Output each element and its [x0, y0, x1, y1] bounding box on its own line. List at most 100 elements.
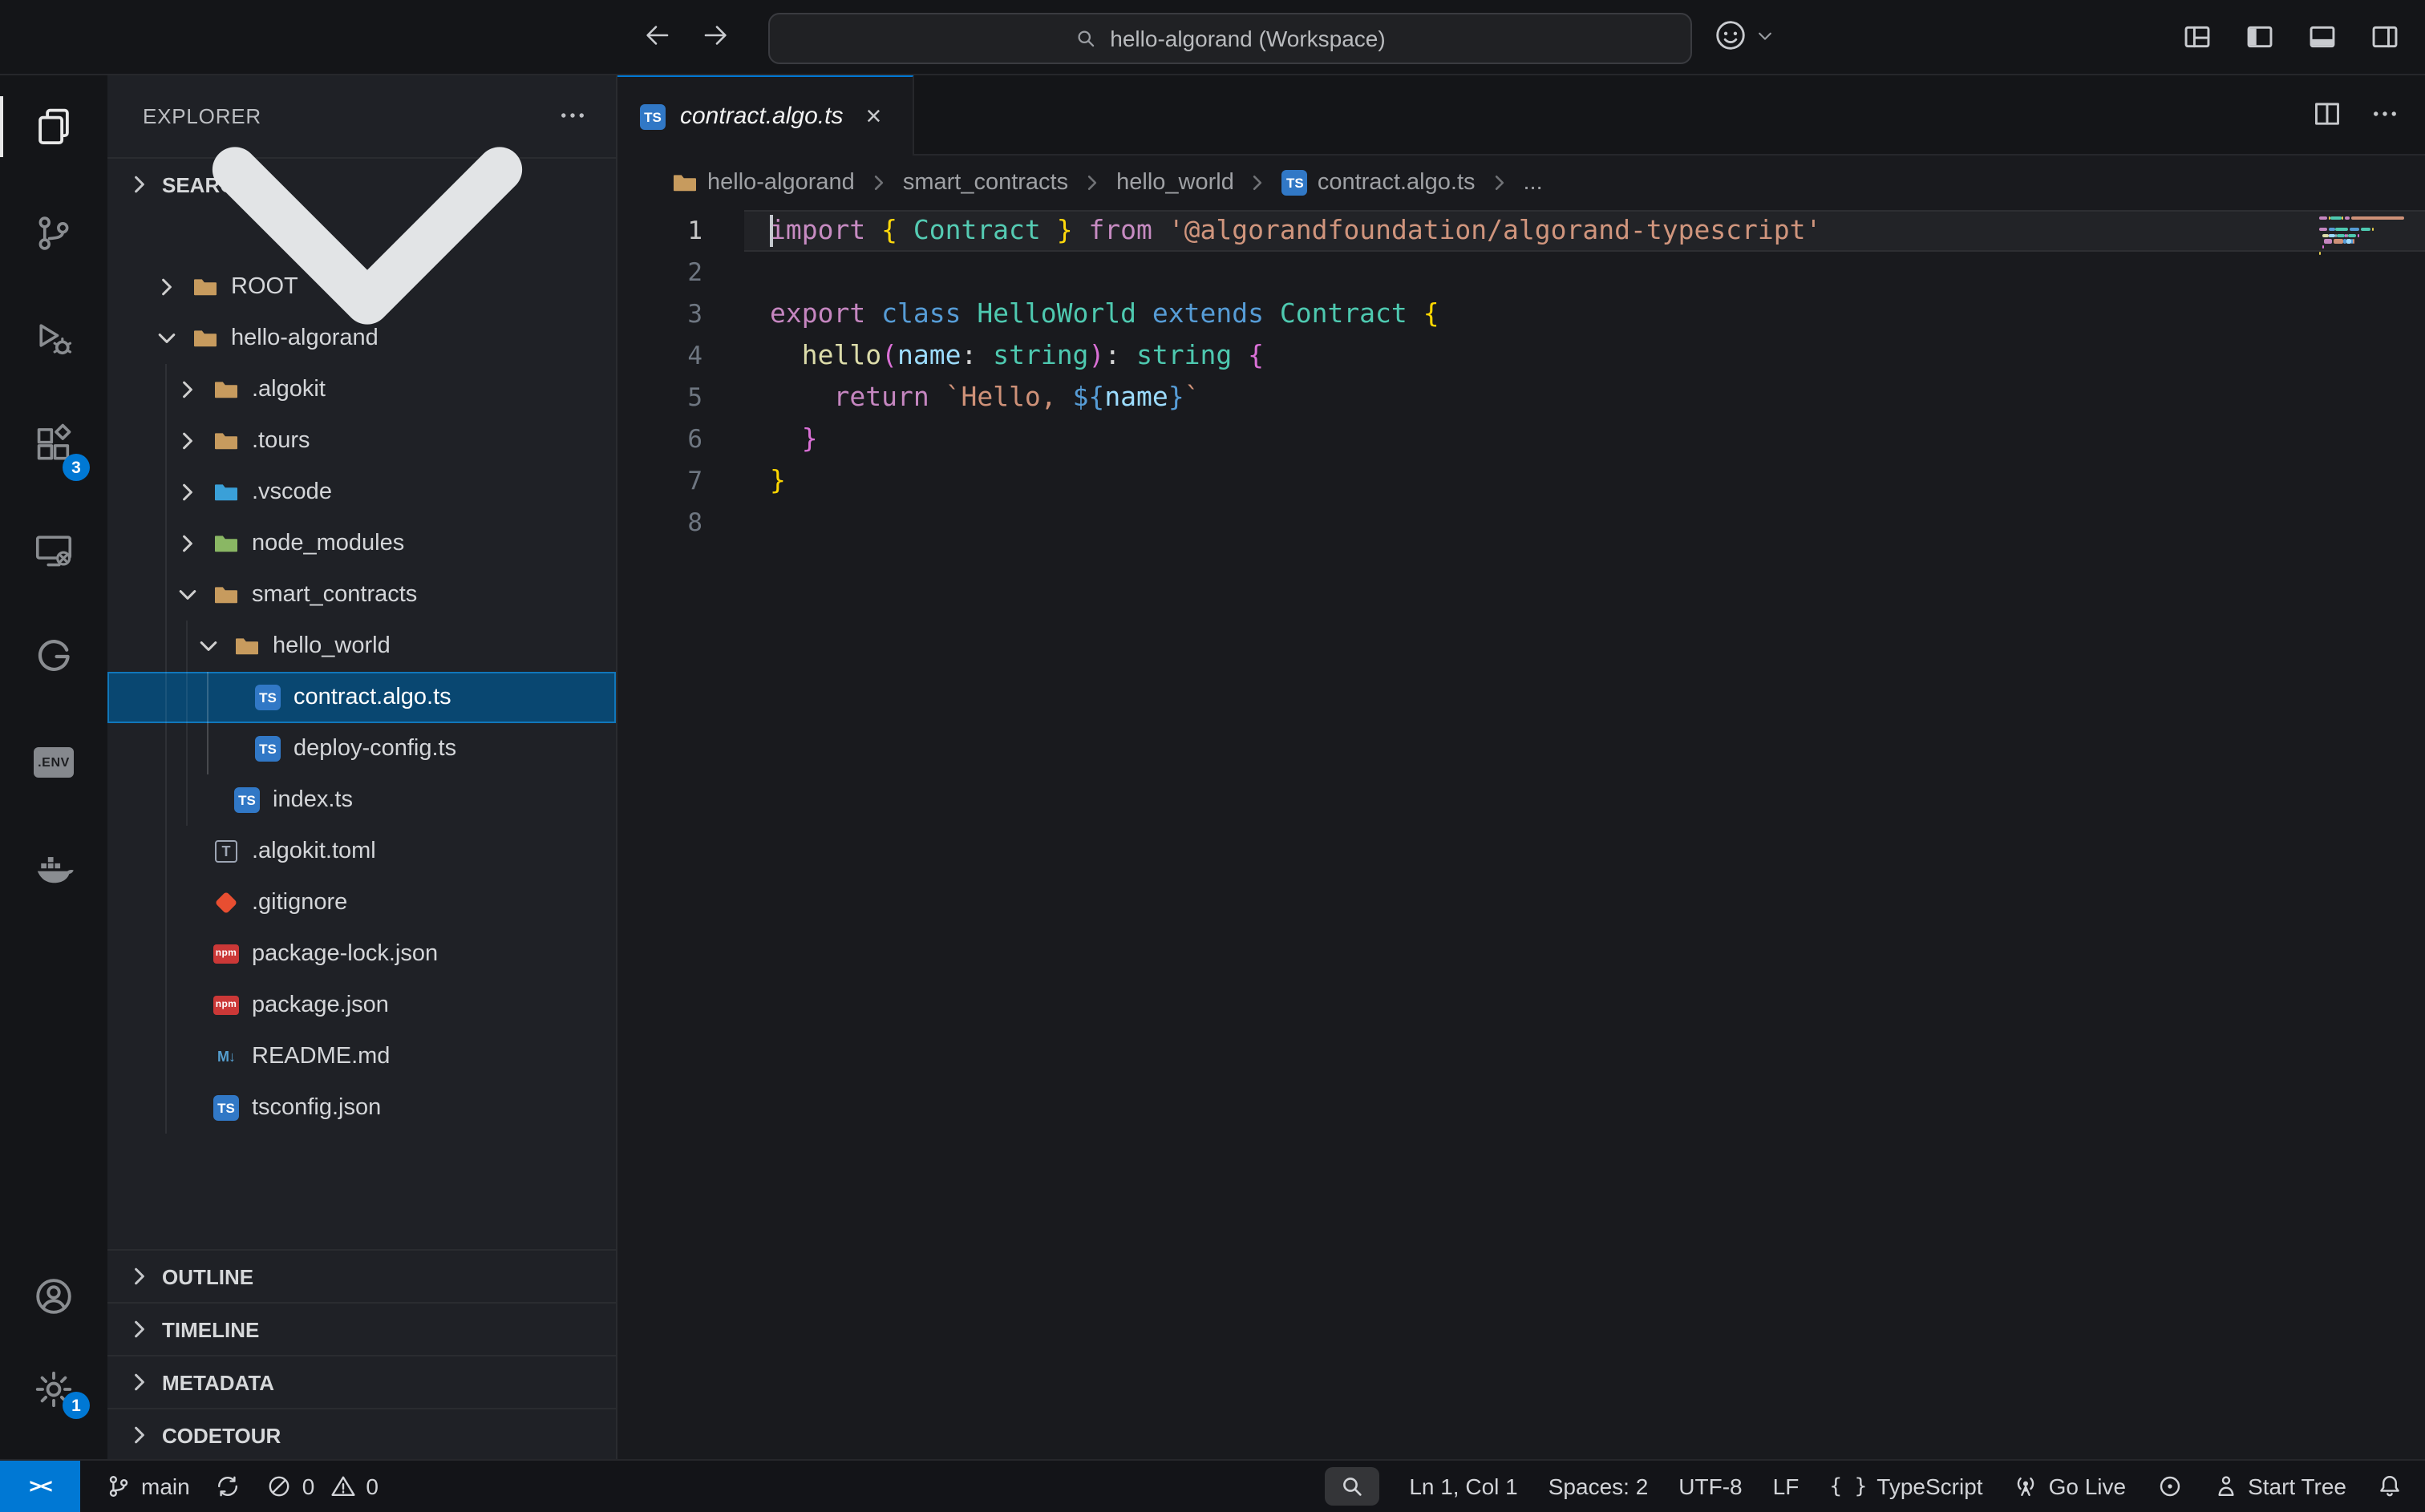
tree-item-contract-algo-ts[interactable]: TScontract.algo.ts	[107, 672, 616, 723]
tree-item-tsconfig-json[interactable]: TStsconfig.json	[107, 1082, 616, 1134]
tree-item-hello-world[interactable]: hello_world	[107, 621, 616, 672]
tree-item-label: hello-algorand	[231, 325, 379, 351]
code-text[interactable]: }	[744, 460, 786, 502]
sync-changes[interactable]	[216, 1474, 241, 1499]
breadcrumb-contract-algo-ts[interactable]: TScontract.algo.ts	[1282, 170, 1476, 196]
text-cursor	[770, 215, 773, 247]
titlebar: hello-algorand (Workspace)	[0, 0, 2425, 75]
line-number[interactable]: 5	[617, 377, 744, 418]
code-text[interactable]	[744, 252, 770, 293]
language-mode[interactable]: { }TypeScript	[1829, 1474, 1982, 1499]
activity-remote-explorer[interactable]	[0, 497, 107, 603]
activity-source-control[interactable]	[0, 180, 107, 285]
tree-item-hello-algorand[interactable]: hello-algorand	[107, 313, 616, 364]
forward-button[interactable]	[696, 18, 735, 56]
tree-item-vscode[interactable]: .vscode	[107, 467, 616, 518]
go-live[interactable]: Go Live	[2014, 1474, 2127, 1499]
eol[interactable]: LF	[1773, 1474, 1800, 1499]
tree-item-node-modules[interactable]: node_modules	[107, 518, 616, 569]
tree-item-index-ts[interactable]: TSindex.ts	[107, 774, 616, 826]
line-number[interactable]: 2	[617, 252, 744, 293]
zoom-indicator[interactable]	[1324, 1467, 1378, 1506]
activity-run-debug[interactable]	[0, 285, 107, 391]
command-center-search[interactable]: hello-algorand (Workspace)	[768, 13, 1692, 64]
close-tab-icon[interactable]: ×	[857, 100, 889, 132]
tree-item-readme-md[interactable]: M↓README.md	[107, 1031, 616, 1082]
remote-indicator[interactable]: ><	[0, 1461, 80, 1512]
activity-extensions[interactable]: 3	[0, 391, 107, 497]
code-text[interactable]: hello(name: string): string {	[744, 335, 1264, 377]
activity-docker[interactable]	[0, 815, 107, 920]
code-text[interactable]: return `Hello, ${name}`	[744, 377, 1200, 418]
notifications[interactable]	[2377, 1474, 2403, 1499]
git-branch[interactable]: main	[106, 1474, 190, 1499]
tab-contract-algo-ts[interactable]: TS contract.algo.ts ×	[617, 74, 913, 156]
line-number[interactable]: 3	[617, 293, 744, 335]
breadcrumb-more[interactable]: ...	[1524, 170, 1543, 196]
go-live-label: Go Live	[2049, 1474, 2127, 1499]
code-text[interactable]: export class HelloWorld extends Contract…	[744, 293, 1439, 335]
tree-item-algokit-toml[interactable]: T.algokit.toml	[107, 826, 616, 877]
line-number[interactable]: 1	[617, 210, 744, 252]
line-number[interactable]: 4	[617, 335, 744, 377]
line-number[interactable]: 8	[617, 502, 744, 544]
tree-item-algokit[interactable]: .algokit	[107, 364, 616, 415]
back-button[interactable]	[638, 18, 677, 56]
code-text[interactable]: }	[744, 418, 818, 460]
minimap[interactable]	[2319, 216, 2409, 271]
tree-item-root[interactable]: ROOT	[107, 261, 616, 313]
tree-item-smart-contracts[interactable]: smart_contracts	[107, 569, 616, 621]
code-line-2[interactable]: 2	[617, 252, 2425, 293]
code-text[interactable]: import { Contract } from '@algorandfound…	[744, 210, 1821, 252]
errors-count: 0	[302, 1474, 315, 1499]
workspace-header[interactable]: HELLO-ALGOR...	[107, 210, 616, 261]
activity-env[interactable]: .ENV	[0, 709, 107, 815]
code-line-8[interactable]: 8	[617, 502, 2425, 544]
breadcrumb-smart-contracts[interactable]: smart_contracts	[903, 170, 1068, 196]
section-outline[interactable]: OUTLINE	[107, 1249, 616, 1302]
tree-item-deploy-config-ts[interactable]: TSdeploy-config.ts	[107, 723, 616, 774]
code-text[interactable]	[744, 502, 770, 544]
folder-open-icon	[192, 325, 218, 351]
activity-account[interactable]	[0, 1249, 107, 1342]
code-line-3[interactable]: 3 export class HelloWorld extends Contra…	[617, 293, 2425, 335]
badge: 3	[63, 454, 90, 481]
tree-item-package-lock-json[interactable]: npmpackage-lock.json	[107, 928, 616, 980]
toggle-panel-icon[interactable]	[2308, 22, 2337, 51]
code-line-1[interactable]: 1 import { Contract } from '@algorandfou…	[617, 210, 2425, 252]
chevron-right-icon	[175, 479, 200, 505]
toggle-secondary-sidebar-icon[interactable]	[2370, 22, 2399, 51]
tree-item-tours[interactable]: .tours	[107, 415, 616, 467]
tree-item-gitignore[interactable]: .gitignore	[107, 877, 616, 928]
line-number[interactable]: 6	[617, 418, 744, 460]
breadcrumb-hello-algorand[interactable]: hello-algorand	[672, 170, 855, 196]
editor-more-actions-icon[interactable]	[2370, 99, 2399, 128]
extension-status[interactable]	[2156, 1474, 2182, 1499]
breadcrumb-separator-icon	[1081, 172, 1103, 194]
section-codetour[interactable]: CODETOUR	[107, 1408, 616, 1461]
indentation[interactable]: Spaces: 2	[1549, 1474, 1649, 1499]
split-editor-icon[interactable]	[2313, 99, 2342, 128]
activity-settings[interactable]: 1	[0, 1342, 107, 1435]
toggle-primary-sidebar-icon[interactable]	[2245, 22, 2274, 51]
magnifier-icon	[1338, 1474, 1364, 1499]
encoding[interactable]: UTF-8	[1678, 1474, 1742, 1499]
section-metadata[interactable]: METADATA	[107, 1355, 616, 1408]
npm-file-icon: npm	[213, 993, 239, 1018]
activity-explorer[interactable]	[0, 74, 107, 180]
code-line-7[interactable]: 7 }	[617, 460, 2425, 502]
code-line-4[interactable]: 4 hello(name: string): string {	[617, 335, 2425, 377]
customize-layout-icon[interactable]	[2183, 22, 2212, 51]
code-editor[interactable]: 1 import { Contract } from '@algorandfou…	[617, 210, 2425, 1461]
activity-algokit[interactable]	[0, 603, 107, 709]
tree-item-package-json[interactable]: npmpackage.json	[107, 980, 616, 1031]
copilot-menu[interactable]	[1713, 18, 1775, 53]
code-line-6[interactable]: 6 }	[617, 418, 2425, 460]
code-line-5[interactable]: 5 return `Hello, ${name}`	[617, 377, 2425, 418]
cursor-position[interactable]: Ln 1, Col 1	[1409, 1474, 1517, 1499]
start-tree[interactable]: Start Tree	[2212, 1474, 2346, 1499]
section-timeline[interactable]: TIMELINE	[107, 1302, 616, 1355]
line-number[interactable]: 7	[617, 460, 744, 502]
breadcrumb-hello-world[interactable]: hello_world	[1116, 170, 1234, 196]
problems[interactable]: 0 0	[267, 1474, 379, 1499]
